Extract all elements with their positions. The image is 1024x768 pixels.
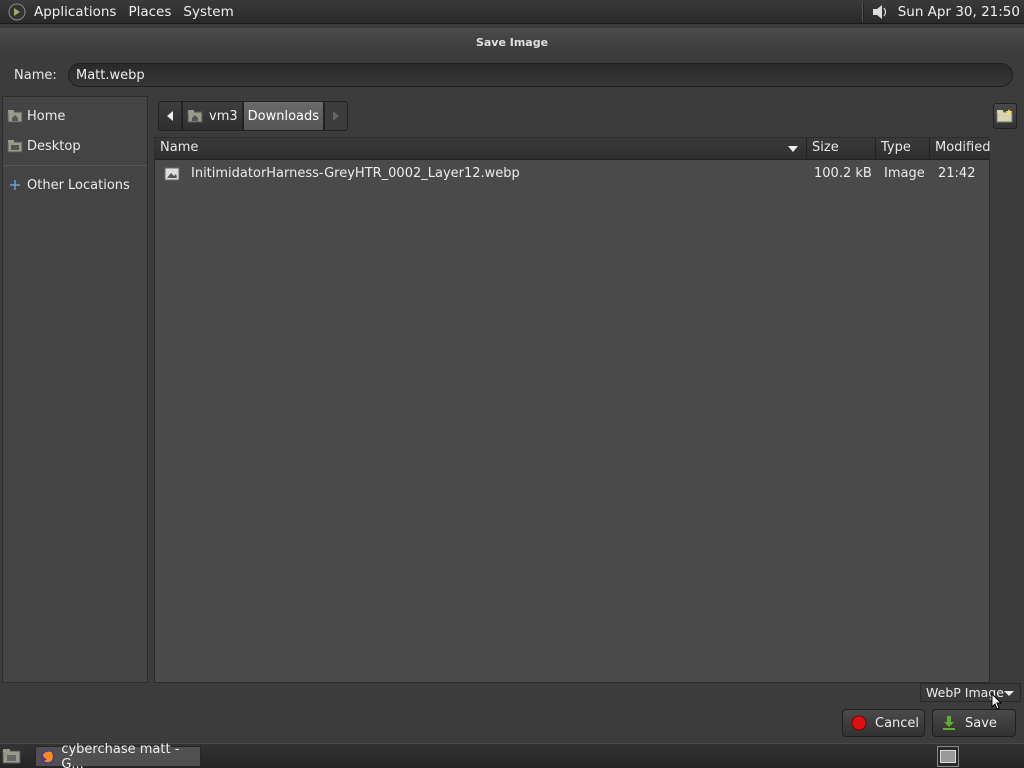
cancel-button[interactable]: Cancel — [842, 709, 925, 737]
workspace-window-thumb — [940, 750, 956, 763]
file-row[interactable]: InitimidatorHarness-GreyHTR_0002_Layer12… — [155, 162, 989, 186]
file-list: Name Size Type Modified InitimidatorHarn… — [154, 137, 990, 683]
new-folder-icon — [996, 109, 1013, 123]
desktop-folder-icon — [7, 140, 23, 153]
sidebar-item-other-locations[interactable]: Other Locations — [3, 170, 147, 200]
path-forward-button[interactable] — [324, 101, 349, 131]
sort-down-icon — [788, 146, 798, 152]
file-name: InitimidatorHarness-GreyHTR_0002_Layer12… — [191, 166, 520, 181]
name-label: Name: — [14, 67, 57, 83]
file-modified: 21:42 — [938, 166, 976, 181]
path-segment-vm3[interactable]: vm3 — [182, 101, 243, 131]
dialog-title: Save Image — [475, 35, 549, 49]
taskbar-window-label: cyberchase matt - G... — [61, 741, 180, 768]
sidebar-divider — [3, 165, 147, 166]
taskbar: cyberchase matt - G... — [0, 742, 1024, 768]
chevron-left-icon — [167, 111, 173, 121]
image-file-icon — [164, 167, 180, 181]
save-label: Save — [965, 715, 997, 731]
sidebar-item-label: Home — [27, 108, 66, 124]
clock[interactable]: Sun Apr 30, 21:50 — [898, 4, 1020, 20]
show-desktop-icon[interactable] — [2, 747, 22, 765]
firefox-icon — [40, 749, 55, 764]
top-panel: Applications Places System Sun Apr 30, 2… — [0, 0, 1024, 24]
menu-places[interactable]: Places — [122, 4, 177, 20]
column-header-label: Type — [881, 140, 911, 155]
file-type: Image — [884, 166, 925, 181]
path-bar: vm3 Downloads — [158, 101, 349, 131]
home-folder-icon — [7, 110, 23, 123]
column-header-size[interactable]: Size — [807, 138, 876, 160]
path-back-button[interactable] — [158, 101, 182, 131]
chevron-right-icon — [333, 111, 340, 121]
column-header-row: Name Size Type Modified — [155, 138, 991, 160]
sidebar-item-label: Desktop — [27, 138, 81, 154]
column-header-label: Name — [160, 140, 199, 155]
menu-system[interactable]: System — [177, 4, 239, 20]
path-segment-downloads[interactable]: Downloads — [242, 101, 325, 131]
column-header-type[interactable]: Type — [876, 138, 930, 160]
panel-separator — [861, 1, 864, 22]
chevron-down-icon — [1004, 691, 1014, 696]
path-segment-label: vm3 — [209, 108, 238, 124]
dialog-titlebar[interactable]: Save Image — [0, 28, 1024, 56]
speaker-icon[interactable] — [870, 2, 890, 22]
file-size: 100.2 kB — [814, 166, 872, 181]
download-icon — [943, 716, 955, 730]
save-button[interactable]: Save — [932, 709, 1016, 737]
column-header-label: Modified — [935, 140, 991, 155]
gnome-foot-icon[interactable] — [6, 1, 28, 23]
home-folder-icon — [187, 110, 203, 123]
sidebar-item-label: Other Locations — [27, 177, 130, 193]
name-row: Name: — [0, 58, 1024, 92]
column-header-label: Size — [812, 140, 839, 155]
workspace-switcher[interactable] — [937, 746, 959, 767]
menu-applications[interactable]: Applications — [28, 4, 122, 20]
path-segment-label: Downloads — [247, 108, 320, 124]
sidebar-item-home[interactable]: Home — [3, 101, 147, 131]
sidebar-item-desktop[interactable]: Desktop — [3, 131, 147, 161]
column-header-modified[interactable]: Modified — [930, 138, 991, 160]
taskbar-window-button[interactable]: cyberchase matt - G... — [35, 742, 201, 768]
cancel-icon — [851, 715, 867, 731]
create-folder-button[interactable] — [993, 103, 1017, 129]
file-type-filter[interactable]: WebP Image — [920, 683, 1021, 702]
plus-icon — [10, 180, 20, 190]
column-header-name[interactable]: Name — [155, 138, 807, 160]
filename-input[interactable] — [68, 63, 1013, 87]
right-strip — [990, 137, 1024, 683]
cancel-label: Cancel — [875, 715, 920, 731]
places-sidebar: Home Desktop Other Locations — [2, 96, 148, 683]
